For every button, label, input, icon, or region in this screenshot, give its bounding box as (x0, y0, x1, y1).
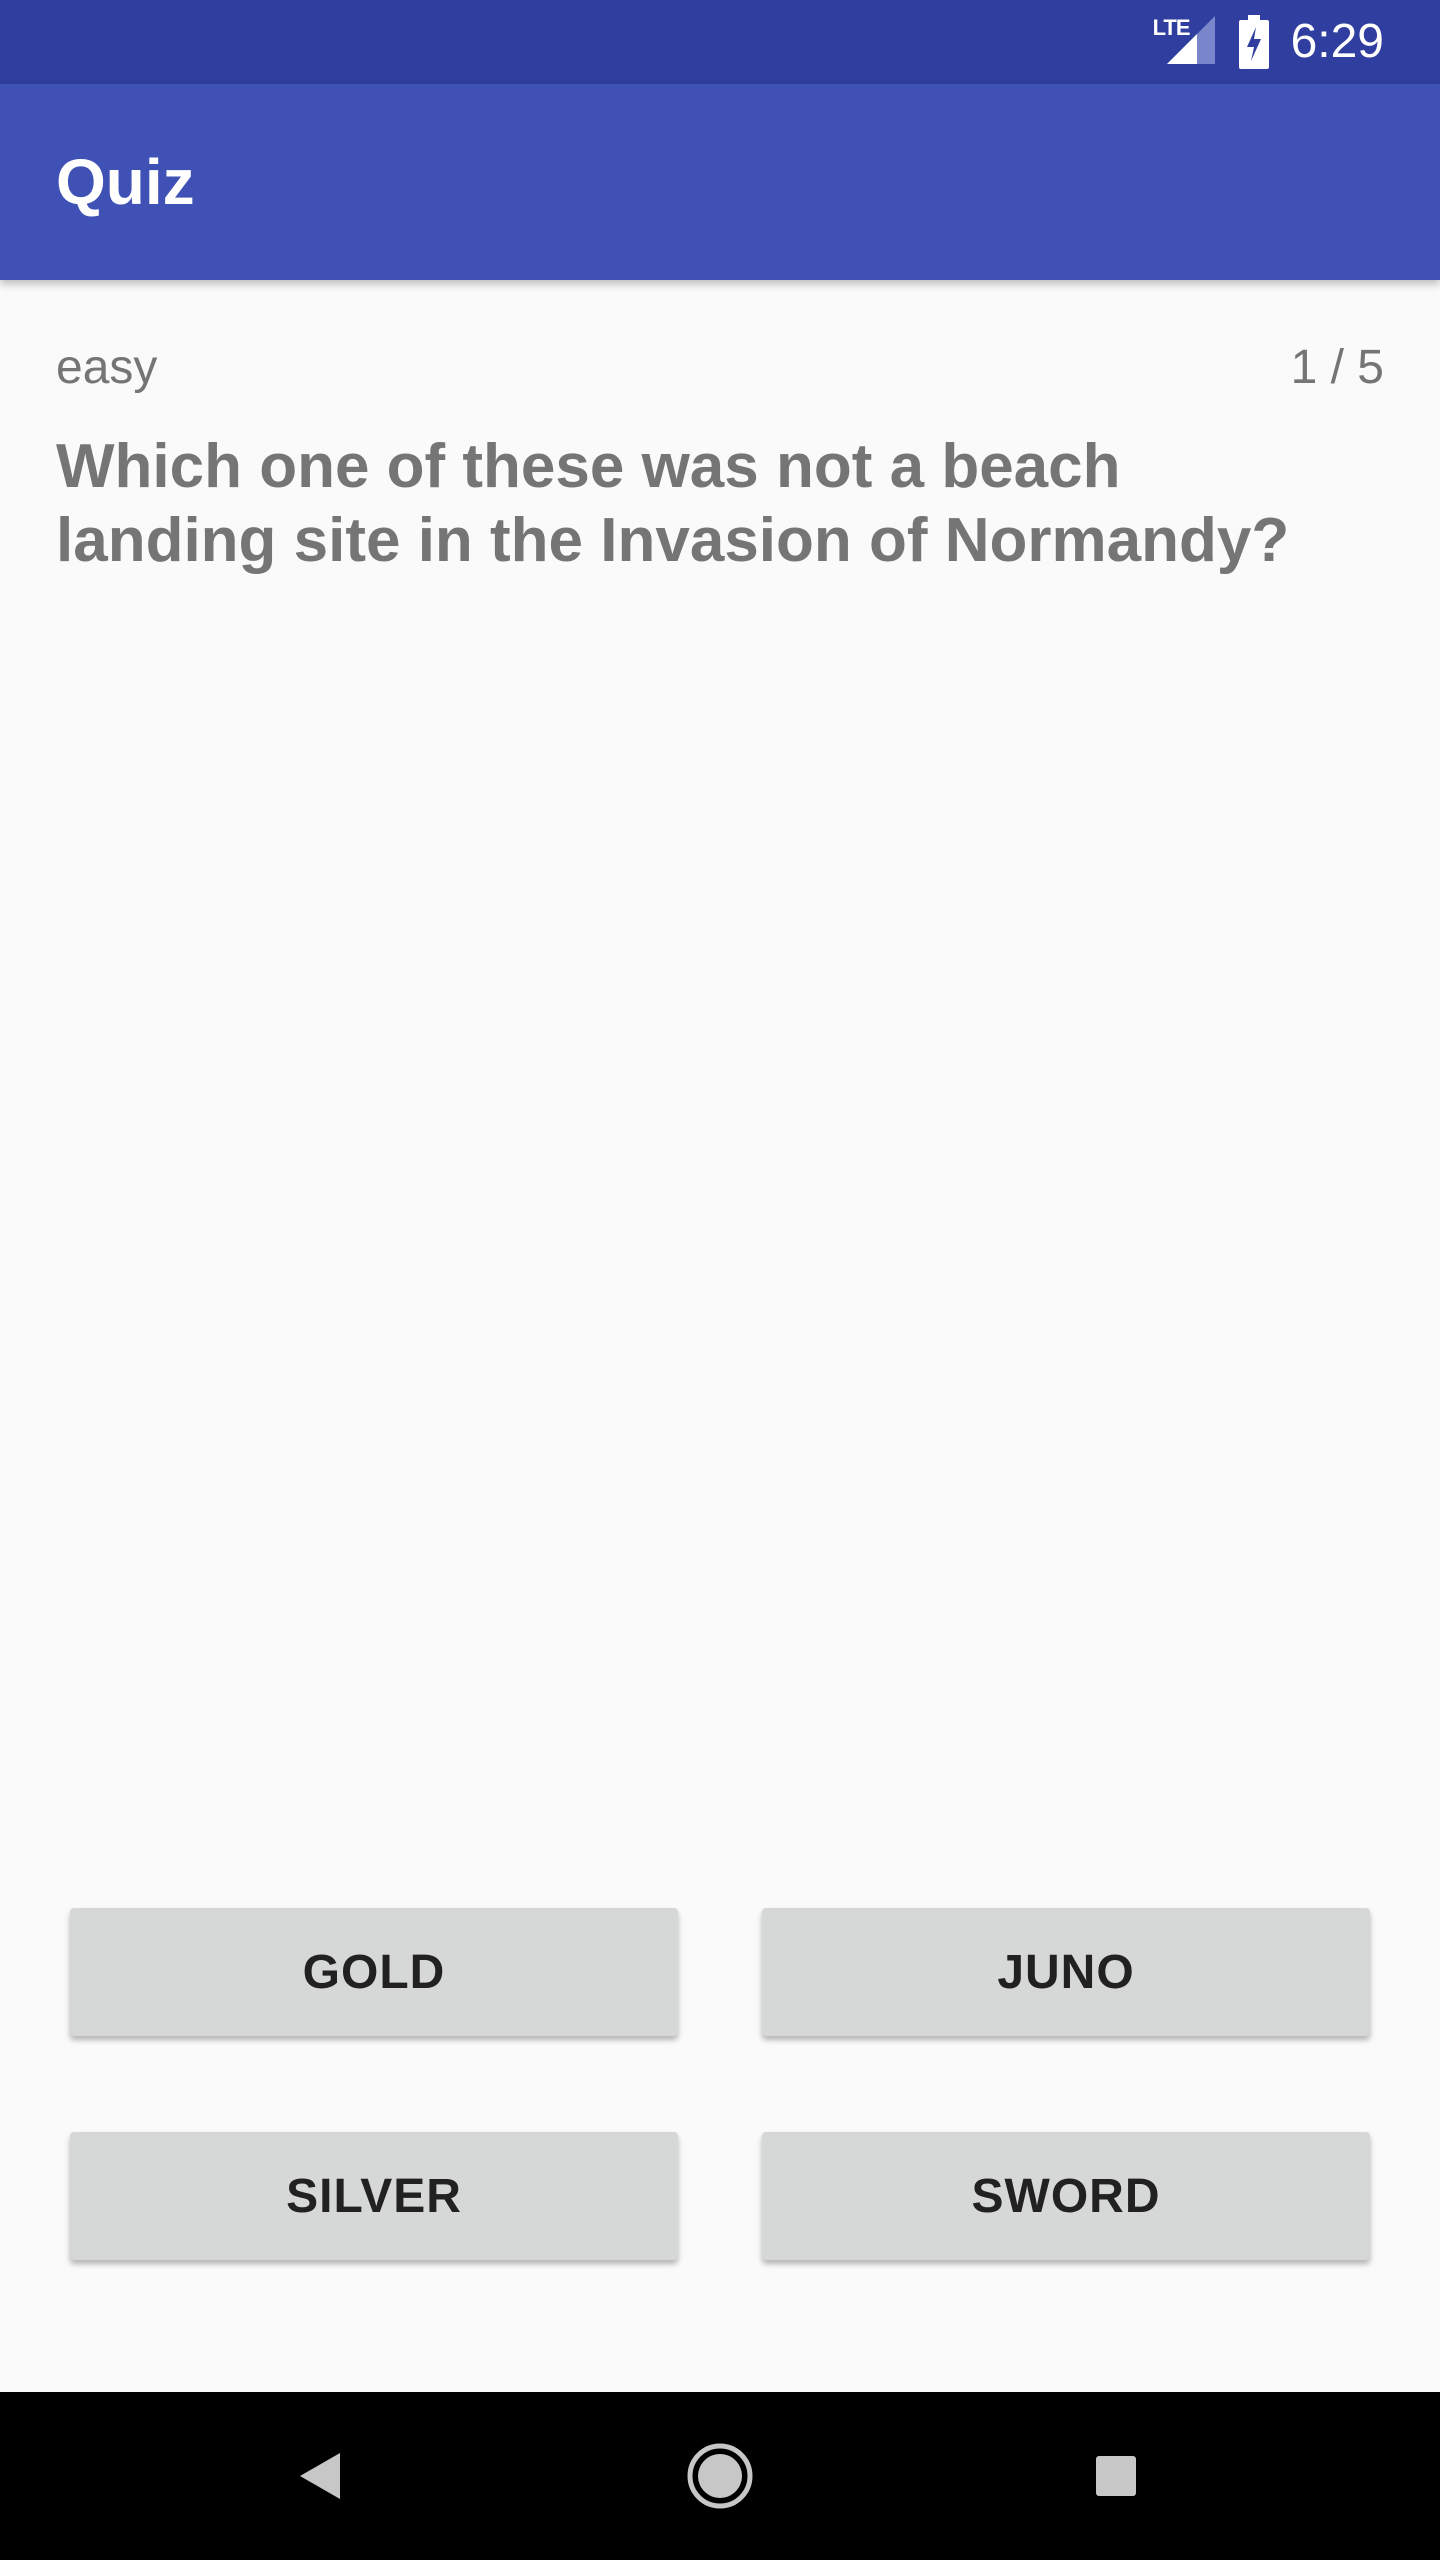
status-bar: LTE 6:29 (0, 0, 1440, 84)
answer-button-silver[interactable]: SILVER (70, 2132, 678, 2260)
answer-button-gold[interactable]: GOLD (70, 1908, 678, 2036)
nav-home-button[interactable] (640, 2392, 800, 2560)
app-title: Quiz (56, 146, 195, 218)
answer-button-juno[interactable]: JUNO (762, 1908, 1370, 2036)
battery-charging-icon (1238, 15, 1269, 69)
app-bar: Quiz (0, 84, 1440, 280)
recents-square-icon (1096, 2456, 1136, 2496)
back-triangle-icon (300, 2453, 340, 2499)
status-icons: LTE 6:29 (1153, 0, 1384, 84)
question-progress: 1 / 5 (1290, 341, 1384, 394)
answer-button-sword[interactable]: SWORD (762, 2132, 1370, 2260)
question-text: Which one of these was not a beach landi… (56, 432, 1290, 575)
navigation-bar (0, 2392, 1440, 2560)
home-circle-icon (687, 2443, 753, 2509)
cell-signal-icon: LTE (1153, 16, 1217, 68)
nav-back-button[interactable] (240, 2392, 400, 2560)
nav-recents-button[interactable] (1036, 2392, 1196, 2560)
status-clock: 6:29 (1290, 15, 1384, 68)
difficulty-label: easy (56, 341, 158, 394)
